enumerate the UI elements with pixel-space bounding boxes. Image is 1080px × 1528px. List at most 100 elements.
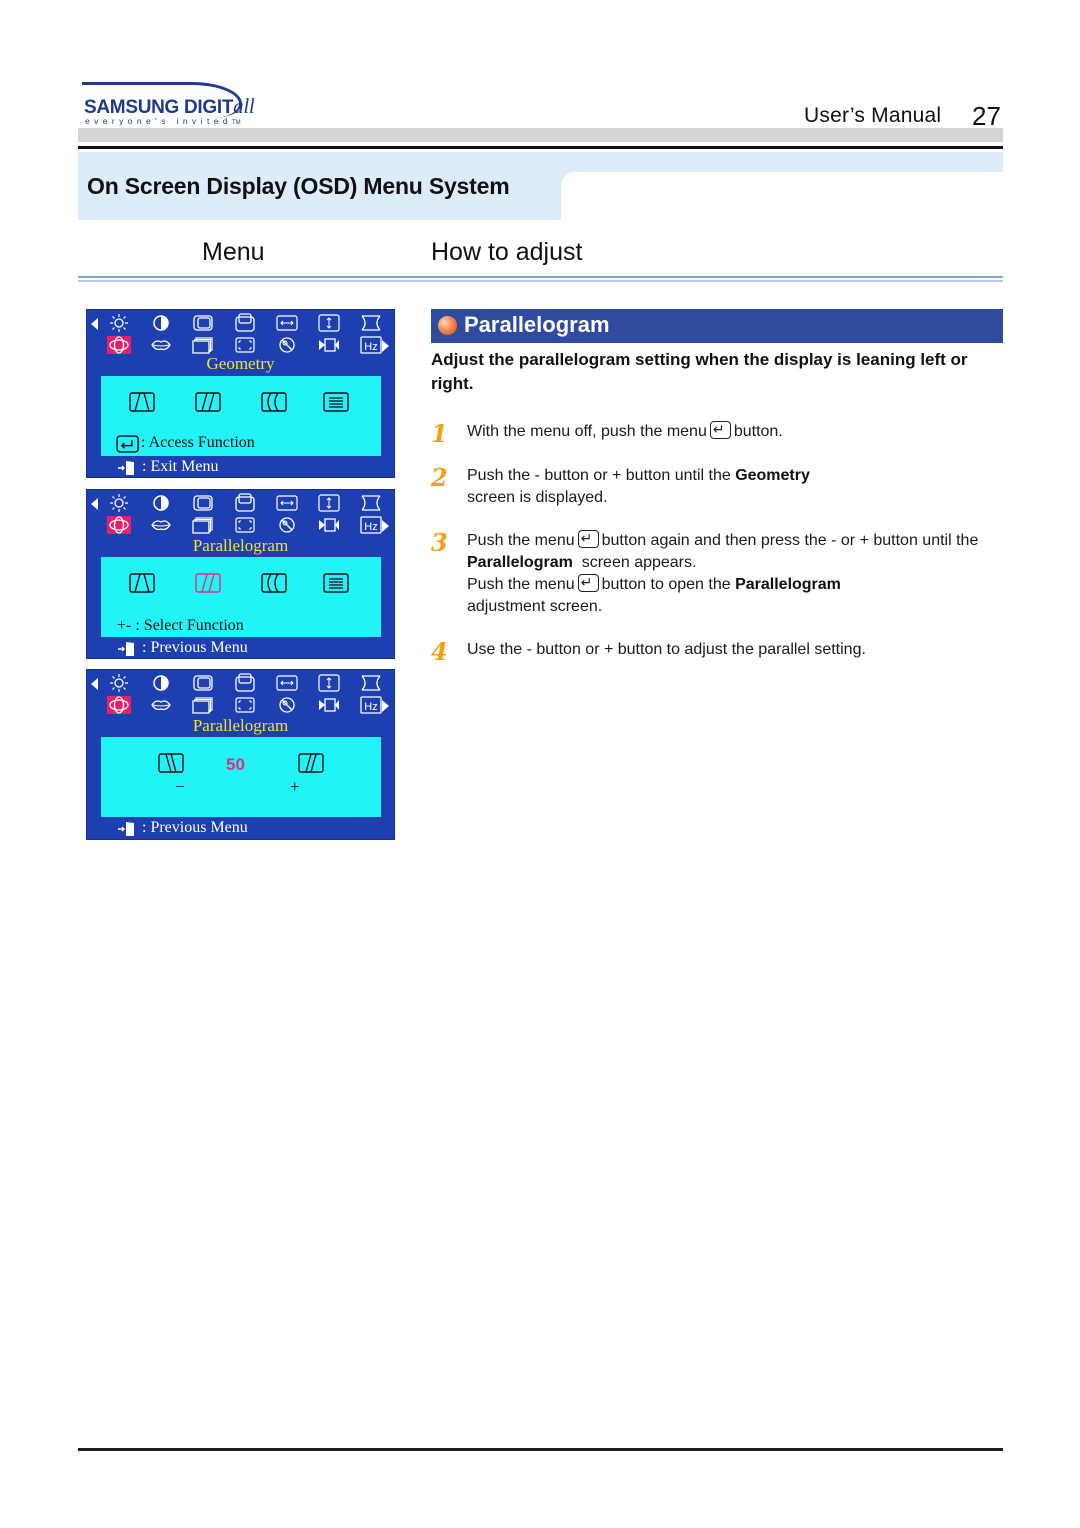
h-size-icon[interactable]	[275, 314, 299, 332]
h-position-icon[interactable]	[191, 494, 215, 512]
logo-tagline-text: everyone's invited	[85, 116, 232, 126]
step-text: Push the - button or + button until the …	[467, 465, 1007, 509]
exit-door-icon	[117, 640, 139, 658]
contrast-icon[interactable]	[149, 314, 173, 332]
display-mode-hz-icon[interactable]: Hz	[359, 696, 383, 714]
pincushion-icon[interactable]	[359, 494, 383, 512]
header-gray-bar	[78, 128, 1003, 142]
brightness-icon[interactable]	[107, 314, 131, 332]
osd-right-arrow-icon	[382, 700, 389, 712]
geometry-icon[interactable]	[107, 696, 131, 714]
parallelogram-right-icon	[298, 753, 324, 773]
moire-icon[interactable]	[317, 696, 341, 714]
recall-icon[interactable]	[191, 696, 215, 714]
color-icon[interactable]	[149, 516, 173, 534]
step-text-part: screen is displayed.	[467, 489, 608, 506]
step-text-part: button again and then press the - or + b…	[601, 532, 979, 549]
menu-enter-key-icon	[709, 420, 731, 439]
footer-rule	[78, 1448, 1003, 1451]
manual-label: User’s Manual	[804, 104, 942, 127]
header-rule	[78, 146, 1003, 149]
pincushion-icon[interactable]	[359, 314, 383, 332]
degauss-icon[interactable]	[275, 336, 299, 354]
rotation-icon[interactable]	[323, 392, 349, 412]
pinbalance-icon[interactable]	[261, 573, 287, 593]
degauss-icon[interactable]	[275, 516, 299, 534]
step-number: 1	[431, 419, 448, 448]
osd-title: Parallelogram	[192, 536, 289, 555]
bullet-ball-icon	[438, 316, 457, 335]
h-position-icon[interactable]	[191, 314, 215, 332]
v-size-icon[interactable]	[317, 674, 341, 692]
color-icon[interactable]	[149, 696, 173, 714]
rotation-icon[interactable]	[323, 573, 349, 593]
h-size-icon[interactable]	[275, 494, 299, 512]
recall-icon[interactable]	[191, 516, 215, 534]
svg-text:Hz: Hz	[364, 341, 377, 353]
v-position-icon[interactable]	[233, 673, 257, 692]
recall-icon[interactable]	[191, 336, 215, 354]
v-size-icon[interactable]	[317, 314, 341, 332]
step-text-part: With the menu off, push the menu	[467, 423, 707, 440]
color-icon[interactable]	[149, 336, 173, 354]
osd-left-arrow-icon	[91, 318, 98, 330]
zoom-icon[interactable]	[233, 696, 257, 714]
column-header-menu: Menu	[202, 238, 265, 266]
parallelogram-icon[interactable]	[195, 392, 221, 412]
step-text-bold: Parallelogram	[735, 576, 841, 593]
step-number: 4	[431, 637, 448, 666]
osd-panel-geometry: Hz Geometry : Access Function : Exit Men…	[86, 309, 395, 478]
parameter-title: Parallelogram	[464, 312, 610, 337]
v-position-icon[interactable]	[233, 493, 257, 512]
logo-tagline: everyone's invitedTM	[85, 116, 241, 126]
logo-tm: TM	[231, 120, 241, 126]
contrast-icon[interactable]	[149, 674, 173, 692]
step-text-part: adjustment screen.	[467, 598, 603, 615]
zoom-icon[interactable]	[233, 516, 257, 534]
step-text-bold: Geometry	[735, 467, 810, 484]
osd-screen: +- : Select Function	[101, 557, 381, 637]
h-size-icon[interactable]	[275, 674, 299, 692]
osd-footer: : Previous Menu	[142, 639, 248, 656]
moire-icon[interactable]	[317, 516, 341, 534]
v-size-icon[interactable]	[317, 494, 341, 512]
column-header-how-to-adjust: How to adjust	[431, 238, 583, 266]
pincushion-icon[interactable]	[359, 674, 383, 692]
plus-label: +	[290, 777, 300, 796]
logo-brand-text: SAMSUNG DIGIT	[84, 97, 234, 118]
moire-icon[interactable]	[317, 336, 341, 354]
geometry-icon[interactable]	[107, 516, 131, 534]
menu-enter-key-icon	[577, 573, 599, 592]
exit-door-icon	[117, 459, 139, 477]
menu-enter-key-icon	[577, 529, 599, 548]
trapezoid-icon[interactable]	[129, 573, 155, 593]
exit-door-icon	[117, 820, 139, 838]
pinbalance-icon[interactable]	[261, 392, 287, 412]
contrast-icon[interactable]	[149, 494, 173, 512]
brightness-icon[interactable]	[107, 674, 131, 692]
h-position-icon[interactable]	[191, 674, 215, 692]
osd-left-arrow-icon	[91, 678, 98, 690]
zoom-icon[interactable]	[233, 336, 257, 354]
plus-minus-icon: +-	[117, 617, 132, 634]
osd-hint: : Access Function	[141, 434, 255, 451]
osd-title: Geometry	[206, 354, 275, 373]
parallelogram-icon[interactable]	[195, 573, 221, 593]
osd-screen: 50 − +	[101, 737, 381, 817]
parameter-intro: Adjust the parallelogram setting when th…	[431, 350, 968, 393]
osd-hint: +- : Select Function	[117, 617, 244, 635]
step-text-part: button to open the	[601, 576, 731, 593]
brightness-icon[interactable]	[107, 494, 131, 512]
osd-right-arrow-icon	[382, 340, 389, 352]
step-number: 2	[431, 463, 448, 492]
display-mode-hz-icon[interactable]: Hz	[359, 336, 383, 354]
step-text: With the menu off, push the menu button.	[467, 420, 1007, 443]
degauss-icon[interactable]	[275, 696, 299, 714]
osd-screen: : Access Function	[101, 376, 381, 456]
display-mode-hz-icon[interactable]: Hz	[359, 516, 383, 534]
trapezoid-icon[interactable]	[129, 392, 155, 412]
minus-label: −	[175, 777, 185, 796]
v-position-icon[interactable]	[233, 313, 257, 332]
geometry-icon[interactable]	[107, 336, 131, 354]
step-text-part: screen appears.	[581, 554, 697, 571]
